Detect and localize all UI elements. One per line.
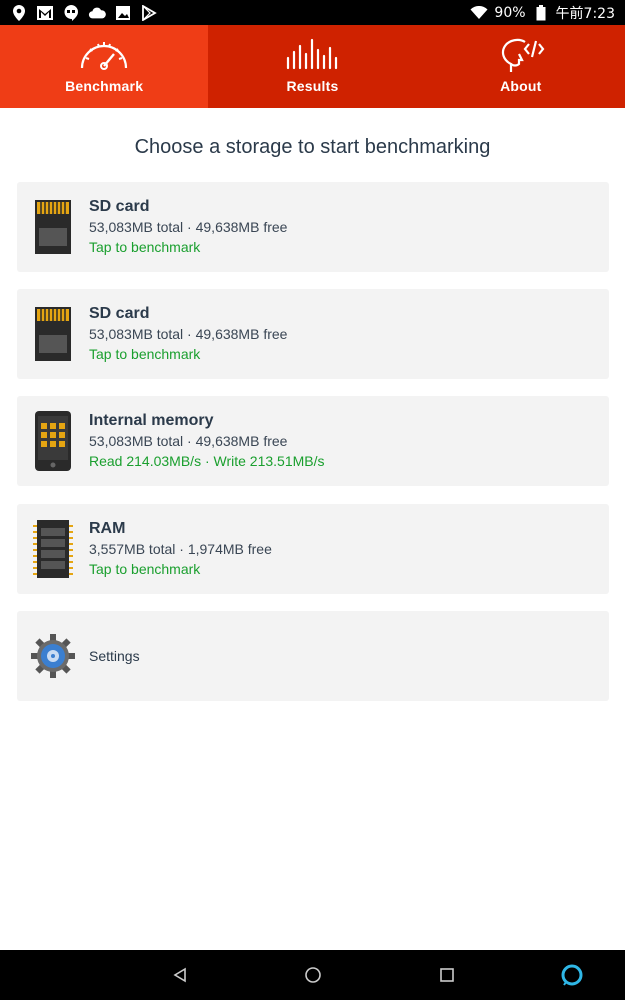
tab-benchmark[interactable]: Benchmark <box>0 25 209 108</box>
clock: 午前7:23 <box>555 5 615 22</box>
location-icon <box>10 4 28 22</box>
sd-card-icon <box>35 200 71 254</box>
back-icon <box>173 967 186 983</box>
storage-item-sd-card-1[interactable]: SD card 53,083MB total · 49,638MB free T… <box>17 182 609 272</box>
gmail-icon <box>36 4 54 22</box>
recents-icon <box>440 968 454 982</box>
storage-title: SD card <box>89 305 150 322</box>
gear-icon <box>31 634 75 678</box>
wifi-icon <box>470 4 488 22</box>
ram-chip-icon <box>33 520 73 578</box>
status-bar: 90% 午前7:23 <box>0 0 625 25</box>
tab-label: About <box>500 78 542 94</box>
storage-item-internal-memory[interactable]: Internal memory 53,083MB total · 49,638M… <box>17 396 609 486</box>
storage-title: Internal memory <box>89 412 214 429</box>
storage-action: Tap to benchmark <box>89 239 201 255</box>
storage-capacity: 53,083MB total · 49,638MB free <box>89 219 288 235</box>
play-store-icon <box>140 4 158 22</box>
storage-action: Tap to benchmark <box>89 346 201 362</box>
bars-icon <box>287 38 338 70</box>
sd-card-icon <box>35 307 71 361</box>
storage-item-sd-card-2[interactable]: SD card 53,083MB total · 49,638MB free T… <box>17 289 609 379</box>
storage-title: SD card <box>89 198 150 215</box>
navigation-bar <box>0 950 625 1000</box>
storage-capacity: 3,557MB total · 1,974MB free <box>89 541 272 557</box>
speedometer-icon <box>81 42 128 70</box>
status-system: 90% 午前7:23 <box>470 3 615 23</box>
back-button[interactable] <box>167 962 193 988</box>
storage-item-ram[interactable]: RAM 3,557MB total · 1,974MB free Tap to … <box>17 504 609 594</box>
cloud-icon <box>88 4 106 22</box>
storage-speed-result: Read 214.03MB/s · Write 213.51MB/s <box>89 453 325 469</box>
storage-capacity: 53,083MB total · 49,638MB free <box>89 433 288 449</box>
storage-action: Tap to benchmark <box>89 561 201 577</box>
storage-title: RAM <box>89 520 126 537</box>
recents-button[interactable] <box>434 962 460 988</box>
home-icon <box>305 967 321 983</box>
assistant-button[interactable] <box>559 962 585 988</box>
home-button[interactable] <box>300 962 326 988</box>
assistant-icon <box>561 964 583 986</box>
settings-label: Settings <box>89 648 140 664</box>
tab-label: Results <box>286 78 339 94</box>
battery-percent: 90% <box>494 4 526 21</box>
battery-icon <box>532 4 550 22</box>
image-icon <box>114 4 132 22</box>
phone-icon <box>35 411 71 471</box>
tab-results[interactable]: Results <box>208 25 417 108</box>
tab-bar: Benchmark Results About <box>0 25 625 108</box>
storage-capacity: 53,083MB total · 49,638MB free <box>89 326 288 342</box>
tab-label: Benchmark <box>65 78 144 94</box>
hangouts-icon <box>62 4 80 22</box>
settings-item[interactable]: Settings <box>17 611 609 701</box>
status-notifications <box>10 4 158 22</box>
page-title: Choose a storage to start benchmarking <box>134 136 491 158</box>
tab-about[interactable]: About <box>416 25 625 108</box>
head-code-icon <box>501 38 545 72</box>
